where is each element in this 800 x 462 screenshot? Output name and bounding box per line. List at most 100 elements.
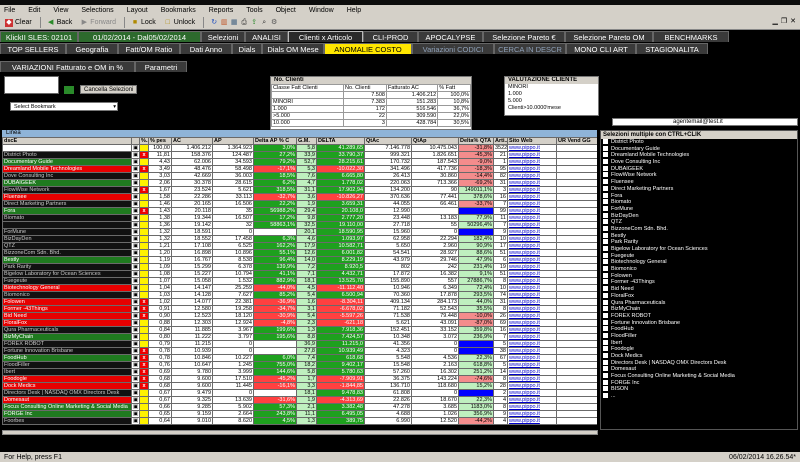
grid-column-header[interactable]: QtAp (411, 137, 459, 145)
grid-row[interactable]: Bestly ▣ 1,19 16.767 8.538 96,4% 14,0 8.229,19 4… (2, 256, 597, 264)
website-link[interactable]: www.pippo.it (507, 382, 557, 390)
row-doc-icon[interactable]: ▣ (131, 382, 140, 390)
row-doc-icon[interactable]: ▣ (131, 333, 140, 341)
export-icon[interactable]: ⇪ (250, 19, 258, 27)
tab-stagionalita[interactable]: STAGIONALITA (636, 43, 708, 54)
multi-select-item[interactable]: BizDayDen (601, 213, 797, 220)
menu-reports[interactable]: Reports (209, 7, 234, 14)
tab-apocalypse[interactable]: APOCALYPSE (418, 31, 483, 42)
multi-select-item[interactable]: Focus Consulting Online Marketing & Soci… (601, 373, 797, 380)
menu-edit[interactable]: Edit (28, 7, 40, 14)
classe-row[interactable]: 10.000 3 428.784 30,5% (271, 119, 471, 127)
multi-select-item[interactable]: District Photo (601, 139, 797, 146)
grid-row[interactable]: Biomonico ▣ 1,03 14.128 7.627 85,2% 5,4 6.500,9… (2, 291, 597, 299)
multi-select-item[interactable]: QTZ (601, 219, 797, 226)
grid-row[interactable]: ▣ 1,36 19.142 32 58863,1% 32,5 19.110,00 27.718… (2, 221, 597, 229)
row-doc-icon[interactable]: ▣ (131, 368, 140, 376)
multi-select-item[interactable]: FlowWise Network (601, 172, 797, 179)
website-link[interactable]: www.pippo.it (507, 347, 557, 355)
multi-select-item[interactable]: Biotechnology General (601, 259, 797, 266)
grid-column-header[interactable]: %.. (139, 137, 149, 145)
website-link[interactable]: www.pippo.it (507, 221, 557, 229)
row-doc-icon[interactable]: ▣ (131, 263, 140, 271)
website-link[interactable]: www.pippo.it (507, 403, 557, 411)
tab-pareto-om[interactable]: Selezione Pareto OM (565, 31, 653, 42)
website-link[interactable]: www.pippo.it (507, 305, 557, 313)
website-link[interactable]: www.pippo.it (507, 410, 557, 418)
multi-select-item[interactable]: Bid Need (601, 286, 797, 293)
grid-row[interactable]: ForMune ▣ 1,32 18.591 0 20,1 18.590,95 15.960 0 9… (2, 228, 597, 236)
tab-anomalie-costo[interactable]: ANOMALIE COSTO (324, 43, 412, 54)
website-link[interactable]: www.pippo.it (507, 319, 557, 327)
multi-select-item[interactable]: Qura Pharmaceuticals (601, 300, 797, 307)
row-doc-icon[interactable]: ▣ (131, 354, 140, 362)
multi-select-item[interactable]: Direct Marketing Partners (601, 186, 797, 193)
row-doc-icon[interactable]: ▣ (131, 305, 140, 313)
horizontal-scrollbar[interactable] (2, 430, 598, 435)
window-minimize-icon[interactable]: ▁ (772, 17, 777, 29)
multi-select-item[interactable]: Domesaut (601, 366, 797, 373)
current-selections-box[interactable] (4, 76, 59, 94)
grid-row[interactable]: Fora ▣ x 1,43 20.118 35 56988,2% 29,4 20.108,0 12… (2, 207, 597, 215)
tab-geografia[interactable]: Geografia (66, 43, 118, 54)
grid-row[interactable]: QTZ ▣ 1,21 17.108 6.525 162,2% 17,9 10.582,71 5.… (2, 242, 597, 250)
menu-selections[interactable]: Selections (81, 7, 113, 14)
clear-selections-button[interactable]: Cancella Selezioni (80, 85, 138, 94)
website-link[interactable]: www.pippo.it (507, 277, 557, 285)
row-doc-icon[interactable]: ▣ (131, 396, 140, 404)
classe-row[interactable]: >5.000 22 309.590 22,0% (271, 112, 471, 120)
grid-column-header[interactable]: QtAc (364, 137, 412, 145)
row-doc-icon[interactable]: ▣ (131, 256, 140, 264)
row-doc-icon[interactable]: ▣ (131, 158, 140, 166)
website-link[interactable]: www.pippo.it (507, 186, 557, 194)
grid-row[interactable]: Documentary Guide ▣ 4,43 62.006 34.593 79,2% 5… (2, 158, 597, 166)
row-doc-icon[interactable]: ▣ (131, 179, 140, 187)
row-doc-icon[interactable]: ▣ (131, 172, 140, 180)
grid-column-header[interactable] (131, 137, 140, 145)
grid-row[interactable]: BizDayDen ▣ 1,32 18.552 17.458 6,3% 4,6 1.093,9… (2, 235, 597, 243)
valutazione-item[interactable]: Clienti>10.0000ʹmese (505, 105, 598, 112)
menu-tools[interactable]: Tools (246, 7, 262, 14)
multi-select-item[interactable]: ForMune (601, 206, 797, 213)
website-link[interactable]: www.pippo.it (507, 270, 557, 278)
grid-row[interactable]: ▣ 100,00 1.406.212 1.364.923 3,0% 5,8 41.289,6… (2, 144, 597, 152)
grid-row[interactable]: Focus Consulting Online Marketing & Soci… (2, 403, 597, 411)
grid-column-header[interactable]: dscE (2, 137, 132, 145)
tab-variazioni-codici[interactable]: Variazioni CODICI (412, 43, 494, 54)
multi-select-item[interactable]: Park Rarity (601, 239, 797, 246)
menu-layout[interactable]: Layout (127, 7, 148, 14)
grid-row[interactable]: Bid Need ▣ x 0,90 12.523 18.120 -30,9% 5,4 -5.59… (2, 312, 597, 320)
website-link[interactable]: www.pippo.it (507, 144, 557, 152)
tab-variazioni[interactable]: VARIAZIONI Fatturato e OM in % (0, 61, 135, 72)
multi-select-item[interactable]: BISON (601, 386, 797, 393)
row-doc-icon[interactable]: ▣ (131, 410, 140, 418)
website-link[interactable]: www.pippo.it (507, 340, 557, 348)
grid-row[interactable]: FloralFox ▣ 0,88 12.303 12.924 -4,8% 2,3 -621,1… (2, 319, 597, 327)
back-button[interactable]: ◀ Back (44, 17, 76, 28)
multi-select-item[interactable]: Dreamland Mobile Technologies (601, 152, 797, 159)
row-doc-icon[interactable]: ▣ (131, 249, 140, 257)
website-link[interactable]: www.pippo.it (507, 235, 557, 243)
row-doc-icon[interactable]: ▣ (131, 291, 140, 299)
website-link[interactable]: www.pippo.it (507, 396, 557, 404)
multi-select-item[interactable]: Folowen (601, 273, 797, 280)
tab-analisi[interactable]: ANALISI (245, 31, 288, 42)
website-link[interactable]: www.pippo.it (507, 172, 557, 180)
website-link[interactable]: www.pippo.it (507, 200, 557, 208)
multi-select-item[interactable]: Biomato (601, 199, 797, 206)
website-link[interactable]: www.pippo.it (507, 389, 557, 397)
multi-select-item[interactable]: Fluensee (601, 179, 797, 186)
tab-selezioni[interactable]: Selezioni (201, 31, 245, 42)
website-link[interactable]: www.pippo.it (507, 312, 557, 320)
grid-row[interactable]: Direct Marketing Partners ▣ 1,46 20.165 16.5… (2, 200, 597, 208)
tab-dati-anno[interactable]: Dati Anno (180, 43, 232, 54)
grid-row[interactable]: Domesaut ▣ 0,67 9.325 13.639 -31,6% 1,9 -4.313,… (2, 396, 597, 404)
grid-row[interactable]: BizzoneCom Sdn. Bhd. ▣ 1,20 16.898 10.896 55,… (2, 249, 597, 257)
row-doc-icon[interactable]: ▣ (131, 375, 140, 383)
multi-select-item[interactable]: ... (601, 393, 797, 400)
tab-mono-cli-art[interactable]: MONO CLI ART (566, 43, 636, 54)
grid-row[interactable]: DUBAIGEEK ▣ 2,06 30.378 28.615 6,2% 4,7 1.778,0… (2, 179, 597, 187)
menu-help[interactable]: Help (347, 7, 361, 14)
website-link[interactable]: www.pippo.it (507, 214, 557, 222)
tab-dials[interactable]: Dials (232, 43, 262, 54)
